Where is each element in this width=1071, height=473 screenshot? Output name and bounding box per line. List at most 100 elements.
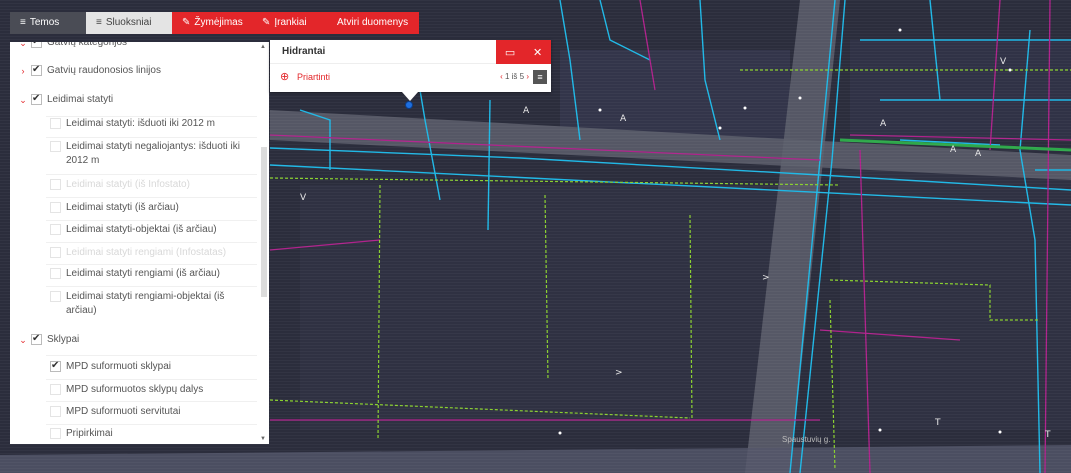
layer-checkbox[interactable]	[31, 92, 42, 106]
layer-label: Pripirkimai	[66, 428, 113, 439]
layer-label: MPD suformuoti sklypai	[66, 361, 172, 372]
layer-item[interactable]: ⌄ Sklypai	[18, 332, 79, 347]
layer-item[interactable]: Leidimai statyti-objektai (iš arčiau)	[50, 223, 250, 237]
layer-item[interactable]: ⌄ Leidimai statyti	[18, 92, 114, 107]
popup-menu-button[interactable]: ≡	[533, 70, 547, 84]
layer-checkbox[interactable]	[31, 63, 42, 77]
layer-checkbox[interactable]	[50, 384, 61, 395]
scroll-down-icon[interactable]: ▼	[260, 436, 266, 442]
layer-checkbox[interactable]	[50, 202, 61, 213]
popup-pointer	[402, 92, 418, 101]
svg-text:>: >	[762, 273, 770, 283]
top-nav: ≡ Temos ≡ Sluoksniai ✎ Žymėjimas ✎ Įrank…	[10, 12, 419, 34]
divider	[46, 137, 257, 138]
chevron-right-icon[interactable]: ›	[18, 64, 28, 78]
tab-atviri-duomenys[interactable]: Atviri duomenys	[327, 12, 419, 34]
layer-item[interactable]: Leidimai statyti negaliojantys: išduoti …	[50, 140, 250, 168]
layer-item[interactable]: Leidimai statyti rengiami (iš arčiau)	[50, 267, 250, 281]
zoom-to-link[interactable]: Priartinti	[297, 72, 330, 82]
layer-label: Leidimai statyti rengiami-objektai (iš a…	[66, 291, 225, 316]
layer-label: Leidimai statyti	[47, 94, 114, 105]
divider	[46, 379, 257, 380]
layer-checkbox[interactable]	[50, 406, 61, 417]
layer-label: Leidimai statyti (iš Infostato)	[66, 179, 190, 190]
layer-checkbox[interactable]	[50, 179, 61, 190]
layer-item[interactable]: Pripirkimai	[50, 427, 250, 441]
layer-item[interactable]: › Gatvių raudonosios linijos	[18, 63, 161, 78]
svg-text:A: A	[620, 114, 627, 124]
chevron-down-icon[interactable]: ⌄	[18, 42, 28, 50]
feature-pager: ‹ 1 iš 5 ›	[500, 72, 529, 81]
layer-label: Leidimai statyti (iš arčiau)	[66, 202, 179, 213]
divider	[46, 355, 257, 356]
layer-checkbox[interactable]	[50, 247, 61, 258]
svg-text:V: V	[300, 193, 307, 203]
tools-icon: ✎	[262, 17, 271, 28]
pencil-icon: ✎	[182, 17, 191, 28]
next-feature-button[interactable]: ›	[526, 72, 529, 81]
divider	[46, 174, 257, 175]
street-label: Spaustuvių g.	[782, 435, 831, 444]
layer-item[interactable]: MPD suformuoti sklypai	[50, 359, 250, 374]
panel-scrollbar[interactable]: ▲ ▼	[259, 42, 267, 444]
layer-item[interactable]: ⌄ Gatvių kategorijos	[18, 42, 127, 50]
layer-checkbox[interactable]	[31, 332, 42, 346]
svg-text:A: A	[523, 106, 530, 116]
layer-panel: ⌄ Gatvių kategorijos › Gatvių raudonosio…	[10, 42, 269, 444]
layer-item[interactable]: MPD suformuoti servitutai	[50, 405, 250, 419]
prev-feature-button[interactable]: ‹	[500, 72, 503, 81]
selected-hydrant-marker[interactable]	[405, 101, 413, 109]
divider	[46, 424, 257, 425]
layer-label: MPD suformuotos sklypų dalys	[66, 384, 204, 395]
popup-title: Hidrantai	[282, 46, 326, 57]
layer-checkbox[interactable]	[50, 224, 61, 235]
layer-label: Gatvių kategorijos	[47, 42, 128, 48]
layer-label: MPD suformuoti servitutai	[66, 406, 181, 417]
svg-text:>: >	[615, 368, 623, 378]
divider	[46, 220, 257, 221]
tab-label: Atviri duomenys	[337, 17, 409, 28]
chevron-down-icon[interactable]: ⌄	[18, 333, 28, 347]
layer-label: Leidimai statyti rengiami (Infostatas)	[66, 247, 227, 258]
popup-controls: ▭ ✕	[496, 40, 551, 64]
divider	[46, 401, 257, 402]
layer-label: Leidimai statyti rengiami (iš arčiau)	[66, 268, 220, 279]
chevron-down-icon[interactable]: ⌄	[18, 93, 28, 107]
svg-text:V: V	[1000, 57, 1007, 67]
svg-text:A: A	[880, 119, 887, 129]
layer-item[interactable]: MPD suformuotos sklypų dalys	[50, 383, 250, 397]
layer-label: Leidimai statyti-objektai (iš arčiau)	[66, 224, 217, 235]
map-block	[300, 185, 800, 430]
layer-item[interactable]: Leidimai statyti (iš arčiau)	[50, 201, 250, 215]
tab-sluoksniai[interactable]: ≡ Sluoksniai	[86, 12, 172, 34]
map-block	[560, 50, 790, 140]
pager-label: 1 iš 5	[504, 72, 525, 81]
divider	[46, 286, 257, 287]
divider	[46, 197, 257, 198]
layer-item[interactable]: Leidimai statyti (iš Infostato)	[50, 178, 250, 192]
zoom-in-icon[interactable]: ⊕	[280, 70, 289, 83]
layer-checkbox[interactable]	[31, 42, 42, 49]
layer-checkbox[interactable]	[50, 359, 61, 373]
tab-zymejimas[interactable]: ✎ Žymėjimas	[172, 12, 252, 34]
svg-text:T: T	[1044, 430, 1051, 440]
svg-text:T: T	[934, 418, 941, 428]
layer-label: Gatvių raudonosios linijos	[47, 65, 161, 76]
layer-checkbox[interactable]	[50, 118, 61, 129]
layer-checkbox[interactable]	[50, 291, 61, 302]
close-icon[interactable]: ✕	[533, 46, 542, 59]
maximize-icon[interactable]: ▭	[505, 46, 515, 59]
layer-item[interactable]: Leidimai statyti: išduoti iki 2012 m	[50, 117, 250, 131]
layer-item[interactable]: Leidimai statyti rengiami (Infostatas)	[50, 246, 250, 260]
layer-item[interactable]: Leidimai statyti rengiami-objektai (iš a…	[50, 290, 245, 318]
scrollbar-thumb[interactable]	[261, 147, 267, 297]
layers-icon: ≡	[96, 17, 102, 28]
layer-checkbox[interactable]	[50, 268, 61, 279]
scroll-up-icon[interactable]: ▲	[260, 44, 266, 50]
layer-checkbox[interactable]	[50, 141, 61, 152]
svg-text:A: A	[950, 145, 957, 155]
layer-checkbox[interactable]	[50, 428, 61, 439]
tab-temos[interactable]: ≡ Temos	[10, 12, 86, 34]
tab-irankiai[interactable]: ✎ Įrankiai	[252, 12, 327, 34]
popup-actions: ⊕ Priartinti ‹ 1 iš 5 › ≡	[270, 64, 551, 92]
